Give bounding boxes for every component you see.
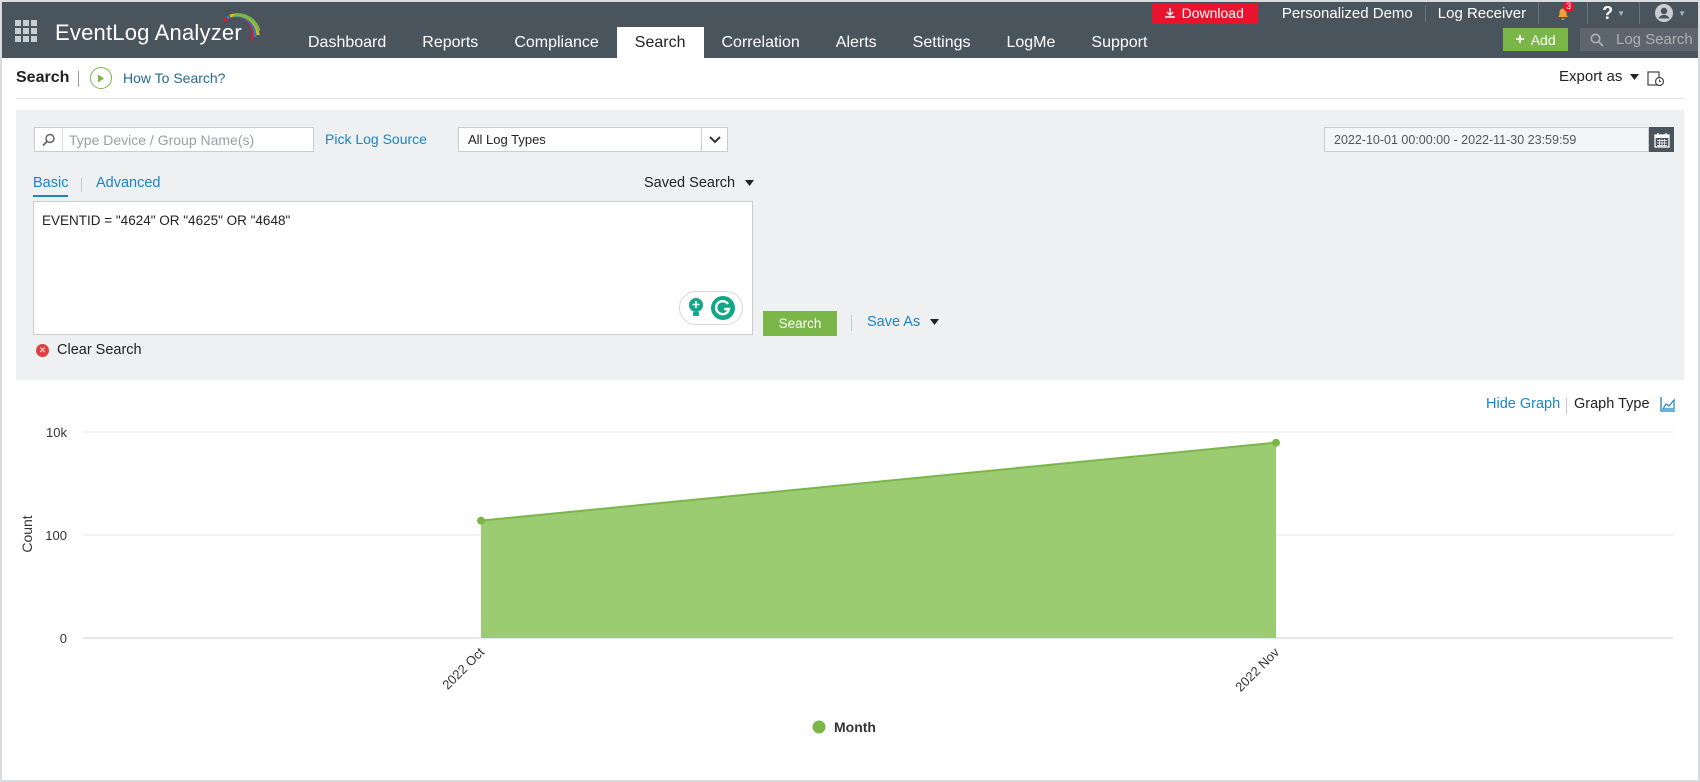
logo-arc-icon [222,13,260,40]
x-tick-label: 2022 Nov [1232,644,1282,694]
device-group-field[interactable] [34,127,314,152]
chevron-down-icon: ▼ [1617,8,1626,18]
search-icon [1590,33,1604,47]
saved-search-label: Saved Search [644,175,736,191]
notifications-button[interactable]: 3 [1538,1,1587,24]
product-logo: EventLog Analyzer [55,20,242,45]
how-to-search-label: How To Search? [123,70,226,86]
y-tick-label: 100 [45,528,67,543]
query-editor[interactable]: EVENTID = "4624" OR "4625" OR "4648" [33,201,753,335]
grammarly-widget[interactable] [679,291,743,325]
caret-down-icon [745,180,755,186]
search-button[interactable]: Search [763,311,837,336]
help-icon: ? [1602,2,1614,23]
tab-reports[interactable]: Reports [404,27,496,58]
area-fill [481,442,1276,638]
caret-down-icon [1630,73,1640,80]
tab-settings[interactable]: Settings [895,27,989,58]
saved-search-menu[interactable]: Saved Search [644,175,755,191]
user-avatar-icon [1655,4,1674,22]
calendar-icon [1653,132,1670,148]
profile-menu[interactable]: ▼ [1639,2,1700,24]
tab-dashboard[interactable]: Dashboard [290,27,404,58]
plus-icon: + [1515,30,1525,48]
header-divider [16,98,1684,99]
export-as-menu[interactable]: Export as [1559,68,1640,85]
tab-alerts[interactable]: Alerts [818,27,895,58]
add-button[interactable]: + Add [1503,28,1568,51]
download-icon [1164,8,1175,18]
notification-count-badge: 3 [1563,1,1575,12]
log-type-value: All Log Types [468,132,546,147]
tab-support[interactable]: Support [1073,27,1165,58]
event-count-chart: 0 100 10k Count 2022 Oct 2022 Nov Month [19,425,1673,735]
lightbulb-icon [689,298,703,316]
chevron-down-icon [701,128,727,151]
query-text[interactable]: EVENTID = "4624" OR "4625" OR "4648" [42,213,290,228]
how-to-search-link[interactable]: How To Search? [90,67,225,89]
add-label: Add [1530,31,1556,48]
search-panel: Pick Log Source All Log Types 2022-10-01… [16,110,1684,380]
help-menu[interactable]: ? ▼ [1587,2,1639,24]
download-button[interactable]: Download [1151,2,1258,24]
clear-search-label: Clear Search [57,342,142,358]
legend-marker [812,720,826,734]
tab-search[interactable]: Search [616,27,704,58]
device-group-input[interactable] [63,131,313,148]
export-history-icon[interactable] [1647,71,1665,87]
date-range-field[interactable]: 2022-10-01 00:00:00 - 2022-11-30 23:59:5… [1324,127,1649,152]
title-separator [78,71,79,87]
tab-separator [81,178,82,192]
log-search-box[interactable] [1580,28,1698,51]
page-title: Search [16,69,70,86]
personalized-demo-link[interactable]: Personalized Demo [1270,5,1425,22]
log-receiver-link[interactable]: Log Receiver [1424,4,1538,22]
calendar-button[interactable] [1649,127,1674,152]
save-as-label: Save As [867,314,921,330]
caret-down-icon [930,319,940,325]
tab-correlation[interactable]: Correlation [704,27,818,58]
tab-advanced[interactable]: Advanced [96,175,161,191]
legend-label: Month [834,719,876,735]
clear-icon: ✕ [36,343,49,357]
data-point [1272,438,1280,447]
top-right-controls: Download Personalized Demo Log Receiver … [1151,1,1700,24]
main-nav-tabs: Dashboard Reports Compliance Search Correlat… [290,27,1165,58]
tab-basic[interactable]: Basic [33,175,69,197]
tab-logme[interactable]: LogMe [988,27,1073,58]
pick-log-source-link[interactable]: Pick Log Source [325,131,427,147]
log-type-select[interactable]: All Log Types [458,127,728,152]
search-icon [35,128,63,151]
data-point [477,516,485,525]
grammarly-icon [711,296,735,320]
log-search-input[interactable] [1616,31,1696,48]
y-axis-label: Count [19,515,35,552]
save-separator [851,315,852,331]
apps-grid-icon[interactable] [15,20,37,42]
y-tick-label: 0 [60,631,67,646]
clear-search-button[interactable]: ✕ Clear Search [36,342,142,358]
chevron-down-icon: ▼ [1678,8,1686,18]
top-navigation-bar: EventLog Analyzer Dashboard Reports Compli… [0,0,1700,58]
save-as-menu[interactable]: Save As [867,314,940,330]
export-as-label: Export as [1559,68,1623,85]
y-tick-label: 10k [46,425,67,440]
play-icon [90,67,112,89]
x-tick-label: 2022 Oct [439,644,487,692]
tab-compliance[interactable]: Compliance [496,27,616,58]
download-label: Download [1181,5,1244,21]
